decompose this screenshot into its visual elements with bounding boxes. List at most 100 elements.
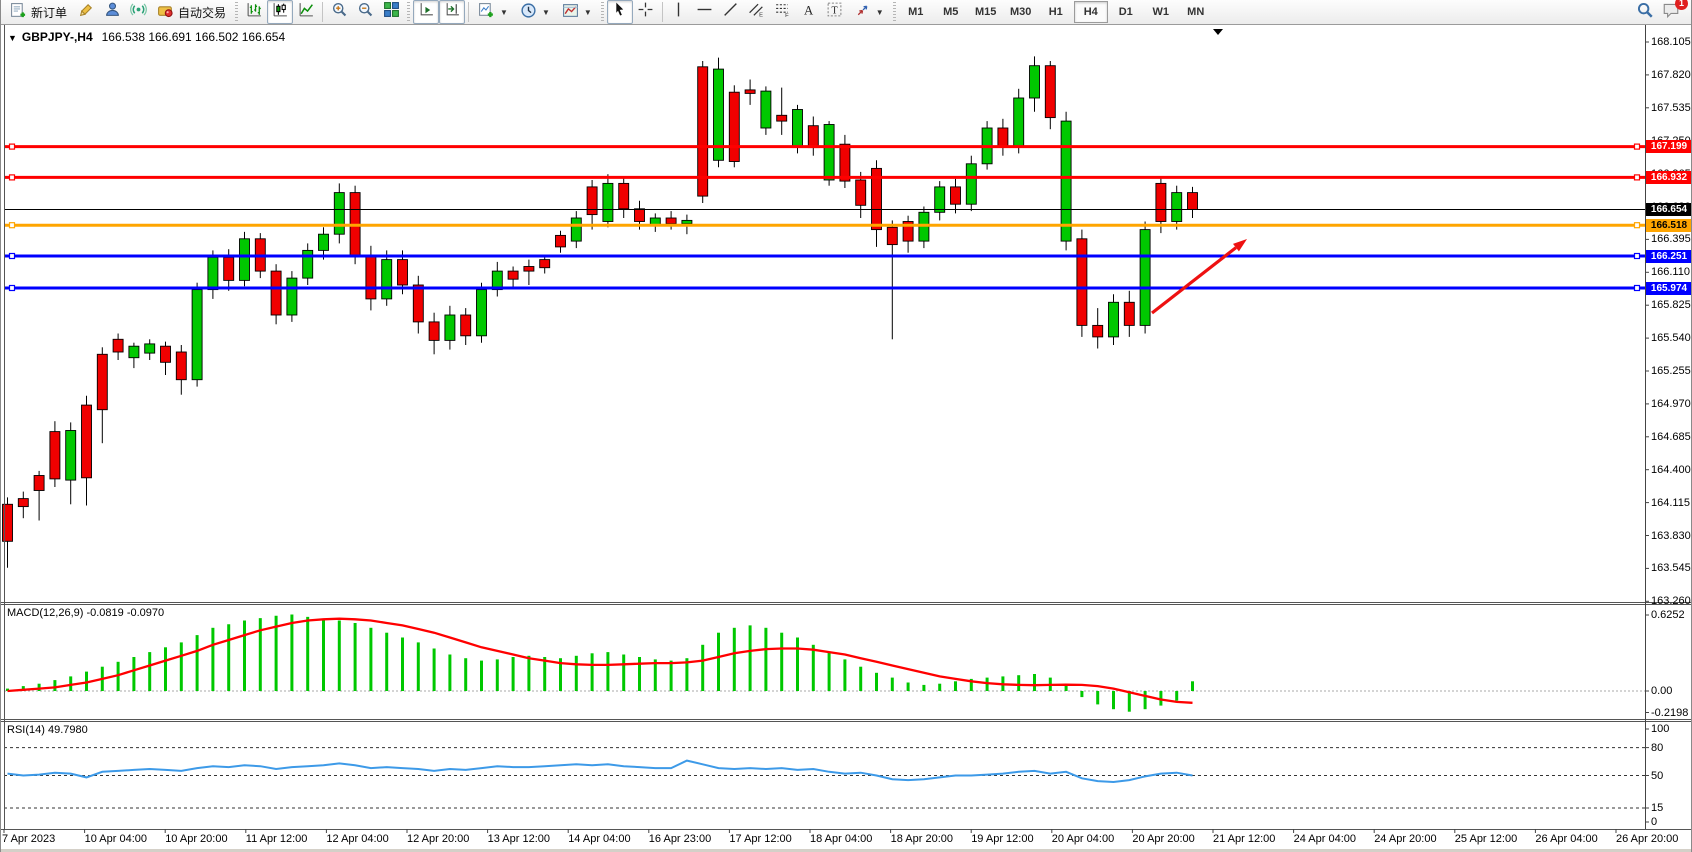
chevron-down-icon: ▼ bbox=[542, 8, 550, 17]
chart-symbol: GBPJPY-,H4 bbox=[22, 30, 93, 44]
fibonacci-button[interactable]: F bbox=[770, 0, 796, 24]
highlighter-button[interactable] bbox=[73, 0, 99, 24]
zoom-in-button[interactable] bbox=[326, 0, 352, 24]
candlesticks-button[interactable] bbox=[267, 0, 293, 24]
time-tick-label: 17 Apr 12:00 bbox=[729, 833, 791, 845]
time-tick-label: 24 Apr 20:00 bbox=[1374, 833, 1436, 845]
timeframe-W1[interactable]: W1 bbox=[1144, 1, 1178, 23]
new-order-button[interactable]: 新订单 bbox=[4, 1, 73, 23]
candlesticks-icon bbox=[272, 1, 289, 23]
toolbar-drag-handle[interactable] bbox=[601, 2, 604, 22]
template-icon bbox=[562, 2, 579, 22]
timeframe-M1[interactable]: M1 bbox=[899, 1, 933, 23]
text-label-icon: T bbox=[826, 1, 843, 23]
notifications-button[interactable]: 1 bbox=[1658, 0, 1684, 24]
text-icon: A bbox=[800, 1, 817, 23]
timeframe-M15[interactable]: M15 bbox=[969, 1, 1003, 23]
time-tick-label: 13 Apr 12:00 bbox=[488, 833, 550, 845]
timeframe-toolbar: M1M5M15M30H1H4D1W1MN bbox=[899, 1, 1213, 23]
signals-icon bbox=[130, 1, 147, 23]
macd-tick-label: 0.6252 bbox=[1651, 609, 1685, 621]
arrows-icon bbox=[854, 2, 871, 22]
time-tick-label: 24 Apr 04:00 bbox=[1294, 833, 1356, 845]
rsi-label: RSI(14) 49.7980 bbox=[7, 724, 88, 736]
chart-canvas[interactable] bbox=[0, 0, 1692, 852]
toolbar-drag-handle[interactable] bbox=[407, 2, 410, 22]
price-tick-label: 165.540 bbox=[1651, 332, 1691, 344]
time-tick-label: 7 Apr 2023 bbox=[2, 833, 55, 845]
tile-windows-button[interactable] bbox=[378, 0, 404, 24]
auto-trading-icon bbox=[157, 2, 174, 22]
price-chip: 166.518 bbox=[1646, 219, 1692, 232]
line-chart-icon bbox=[298, 1, 315, 23]
time-tick-label: 11 Apr 12:00 bbox=[246, 833, 308, 845]
template-button[interactable]: ▼ bbox=[556, 1, 598, 23]
new-chart-button[interactable]: ▼ bbox=[472, 1, 514, 23]
auto-trading-button[interactable]: 自动交易 bbox=[151, 1, 232, 23]
time-tick-label: 10 Apr 04:00 bbox=[85, 833, 147, 845]
rsi-tick-label: 0 bbox=[1651, 816, 1657, 828]
timeframe-MN[interactable]: MN bbox=[1179, 1, 1213, 23]
timeframe-H4[interactable]: H4 bbox=[1074, 1, 1108, 23]
price-tick-label: 164.685 bbox=[1651, 431, 1691, 443]
trendline-button[interactable] bbox=[718, 0, 744, 24]
fibonacci-icon: F bbox=[774, 1, 791, 23]
timeframe-H1[interactable]: H1 bbox=[1039, 1, 1073, 23]
line-chart-button[interactable] bbox=[293, 0, 319, 24]
signals-button[interactable] bbox=[125, 0, 151, 24]
price-chip: 165.974 bbox=[1646, 282, 1692, 295]
macd-tick-label: -0.2198 bbox=[1651, 707, 1688, 719]
price-tick-label: 165.825 bbox=[1651, 299, 1691, 311]
auto-trading-label: 自动交易 bbox=[178, 4, 226, 21]
svg-text:T: T bbox=[832, 6, 838, 17]
candles-layer bbox=[3, 56, 1198, 567]
toolbar-drag-handle[interactable] bbox=[235, 2, 238, 22]
auto-scroll-icon bbox=[418, 1, 435, 23]
text-label-button[interactable]: T bbox=[822, 0, 848, 24]
ohlc-bars-button[interactable] bbox=[241, 0, 267, 24]
time-tick-label: 18 Apr 20:00 bbox=[891, 833, 953, 845]
chevron-down-icon: ▼ bbox=[500, 8, 508, 17]
chart-shift-marker[interactable] bbox=[1213, 29, 1223, 35]
arrows-button[interactable]: ▼ bbox=[848, 1, 890, 23]
chart-shift-button[interactable] bbox=[439, 0, 465, 24]
rsi-tick-label: 100 bbox=[1651, 723, 1669, 735]
trendline-icon bbox=[722, 1, 739, 23]
period-button[interactable]: ▼ bbox=[514, 1, 556, 23]
crosshair-button[interactable] bbox=[633, 0, 659, 24]
price-chip: 166.932 bbox=[1646, 171, 1692, 184]
horizontal-line-button[interactable] bbox=[692, 0, 718, 24]
toolbar-drag-handle[interactable] bbox=[893, 2, 896, 22]
main-toolbar: 新订单 自动交易 ▼ ▼ ▼ E F A T ▼ M1M5M15M30H1H4D… bbox=[0, 0, 1692, 25]
timeframe-D1[interactable]: D1 bbox=[1109, 1, 1143, 23]
profile-button[interactable] bbox=[99, 0, 125, 24]
period-icon bbox=[520, 2, 537, 22]
channel-button[interactable]: E bbox=[744, 0, 770, 24]
profile-icon bbox=[104, 1, 121, 23]
price-tick-label: 167.820 bbox=[1651, 69, 1691, 81]
vertical-line-button[interactable] bbox=[666, 0, 692, 24]
timeframe-M5[interactable]: M5 bbox=[934, 1, 968, 23]
price-tick-label: 164.115 bbox=[1651, 497, 1690, 509]
horizontal-line-icon bbox=[696, 1, 713, 23]
search-button[interactable] bbox=[1632, 0, 1658, 24]
window-left-edge bbox=[0, 0, 1, 852]
price-chip: 166.654 bbox=[1646, 203, 1692, 216]
price-tick-label: 165.255 bbox=[1651, 365, 1691, 377]
search-icon bbox=[1636, 1, 1654, 24]
price-chip: 167.199 bbox=[1646, 140, 1692, 153]
text-button[interactable]: A bbox=[796, 0, 822, 24]
price-tick-label: 163.830 bbox=[1651, 530, 1691, 542]
macd-label: MACD(12,26,9) -0.0819 -0.0970 bbox=[7, 607, 164, 619]
chart-dropdown-icon[interactable]: ▼ bbox=[8, 33, 17, 43]
new-chart-icon bbox=[478, 2, 495, 22]
macd-tick-label: 0.00 bbox=[1651, 685, 1672, 697]
cursor-button[interactable] bbox=[607, 0, 633, 24]
auto-scroll-button[interactable] bbox=[413, 0, 439, 24]
time-tick-label: 20 Apr 04:00 bbox=[1052, 833, 1114, 845]
price-tick-label: 164.970 bbox=[1651, 398, 1691, 410]
zoom-out-button[interactable] bbox=[352, 0, 378, 24]
timeframe-M30[interactable]: M30 bbox=[1004, 1, 1038, 23]
price-tick-label: 166.110 bbox=[1651, 266, 1690, 278]
price-tick-label: 166.395 bbox=[1651, 233, 1691, 245]
